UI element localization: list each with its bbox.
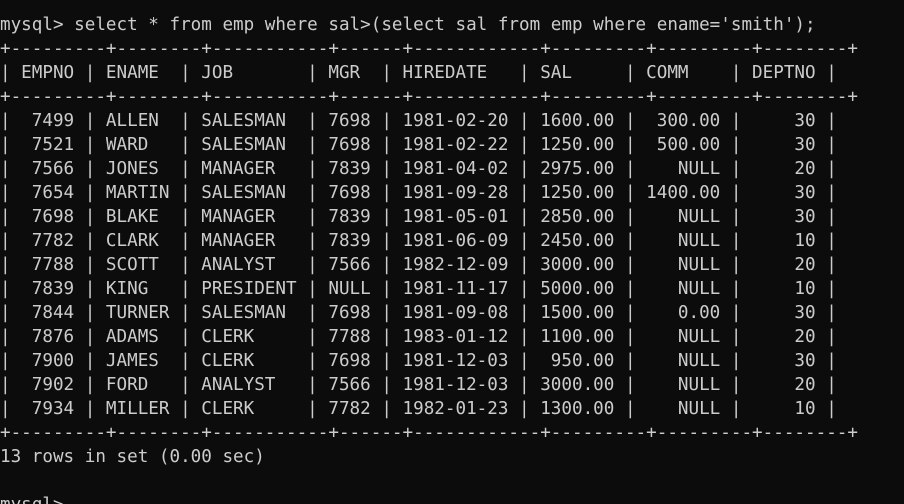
mysql-prompt[interactable]: mysql> bbox=[0, 493, 64, 504]
table-row: | 7521 | WARD | SALESMAN | 7698 | 1981-0… bbox=[0, 135, 837, 155]
table-header-row: | EMPNO | ENAME | JOB | MGR | HIREDATE |… bbox=[0, 63, 837, 83]
table-row: | 7566 | JONES | MANAGER | 7839 | 1981-0… bbox=[0, 159, 837, 179]
table-row: | 7934 | MILLER | CLERK | 7782 | 1982-01… bbox=[0, 399, 837, 419]
table-border-bottom: +---------+--------+-----------+------+-… bbox=[0, 423, 858, 443]
table-row: | 7654 | MARTIN | SALESMAN | 7698 | 1981… bbox=[0, 183, 837, 203]
table-row: | 7788 | SCOTT | ANALYST | 7566 | 1982-1… bbox=[0, 255, 837, 275]
result-summary: 13 rows in set (0.00 sec) bbox=[0, 447, 265, 467]
command-line: mysql> select * from emp where sal>(sele… bbox=[0, 15, 816, 35]
table-row: | 7876 | ADAMS | CLERK | 7788 | 1983-01-… bbox=[0, 327, 837, 347]
table-border-header: +---------+--------+-----------+------+-… bbox=[0, 87, 858, 107]
table-row: | 7844 | TURNER | SALESMAN | 7698 | 1981… bbox=[0, 303, 837, 323]
table-border-top: +---------+--------+-----------+------+-… bbox=[0, 39, 858, 59]
table-row: | 7839 | KING | PRESIDENT | NULL | 1981-… bbox=[0, 279, 837, 299]
terminal-window[interactable]: mysql> select * from emp where sal>(sele… bbox=[0, 0, 904, 504]
table-row: | 7782 | CLARK | MANAGER | 7839 | 1981-0… bbox=[0, 231, 837, 251]
table-row: | 7902 | FORD | ANALYST | 7566 | 1981-12… bbox=[0, 375, 837, 395]
table-row: | 7698 | BLAKE | MANAGER | 7839 | 1981-0… bbox=[0, 207, 837, 227]
table-row: | 7499 | ALLEN | SALESMAN | 7698 | 1981-… bbox=[0, 111, 837, 131]
table-row: | 7900 | JAMES | CLERK | 7698 | 1981-12-… bbox=[0, 351, 837, 371]
